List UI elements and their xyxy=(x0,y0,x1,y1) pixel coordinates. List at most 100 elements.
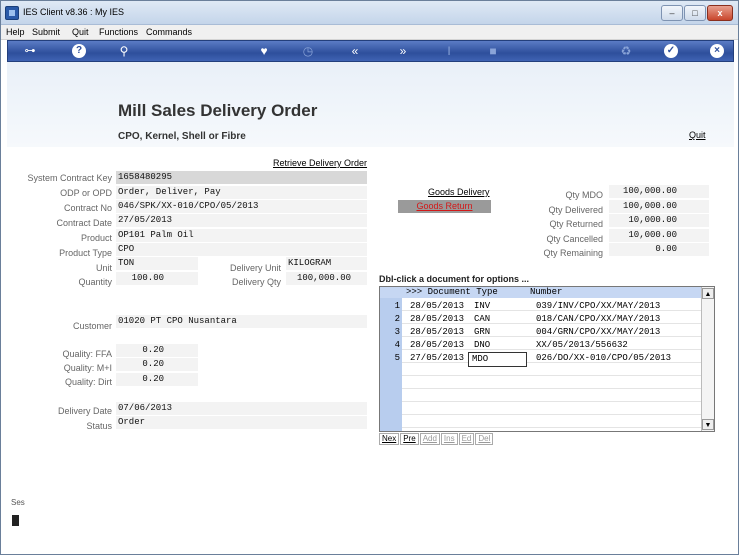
row-type: CAN xyxy=(474,314,491,324)
close-window-button[interactable]: x xyxy=(707,5,733,21)
recycle-icon[interactable]: ♻ xyxy=(618,43,634,59)
delete-button[interactable]: Del xyxy=(475,433,494,445)
add-button[interactable]: Add xyxy=(419,433,440,445)
insert-button[interactable]: Ins xyxy=(440,433,458,445)
menu-help[interactable]: Help xyxy=(6,27,25,37)
product-field[interactable]: OP101 Palm Oil xyxy=(116,229,367,242)
table-row[interactable]: 1 28/05/2013 INV 039/INV/CPO/XX/MAY/2013 xyxy=(395,300,701,313)
qty-remaining-field[interactable]: 0.00 xyxy=(609,243,709,256)
delivery-qty-field[interactable]: 100,000.00 xyxy=(286,272,367,285)
delivery-unit-field[interactable]: KILOGRAM xyxy=(286,257,367,270)
row-number-value: 018/CAN/CPO/XX/MAY/2013 xyxy=(536,314,661,324)
customer-label: Customer xyxy=(72,321,112,331)
maximize-button[interactable]: □ xyxy=(684,5,706,21)
documents-grid[interactable]: >>> Document Type Number 1 28/05/2013 IN… xyxy=(379,286,715,432)
row-number-value: 026/DO/XX-010/CPO/05/2013 xyxy=(536,353,672,363)
row-number-value: 039/INV/CPO/XX/MAY/2013 xyxy=(536,301,661,311)
documents-heading: Dbl-click a document for options ... xyxy=(379,274,530,284)
status-field[interactable]: Order xyxy=(116,416,367,429)
stop-icon[interactable]: ■ xyxy=(486,43,500,59)
product-type-field[interactable]: CPO xyxy=(116,243,367,256)
grid-scrollbar[interactable]: ▲ ▼ xyxy=(701,287,714,431)
goods-return-button[interactable]: Goods Return xyxy=(398,200,491,213)
quality-dirt-field[interactable]: 0.20 xyxy=(116,373,198,386)
row-type-selected[interactable]: MDO xyxy=(468,352,527,367)
menu-commands[interactable]: Commands xyxy=(146,27,192,37)
session-label: Ses xyxy=(11,498,25,507)
goods-delivery-link[interactable]: Goods Delivery xyxy=(428,187,490,197)
close-icon[interactable]: × xyxy=(710,44,724,58)
row-number-value: 004/GRN/CPO/XX/MAY/2013 xyxy=(536,327,661,337)
table-row[interactable]: 2 28/05/2013 CAN 018/CAN/CPO/XX/MAY/2013 xyxy=(395,313,701,326)
scroll-down-icon[interactable]: ▼ xyxy=(702,419,714,430)
contract-no-label: Contract No xyxy=(63,203,112,213)
qty-returned-field[interactable]: 10,000.00 xyxy=(609,214,709,227)
table-row[interactable]: 4 28/05/2013 DNO XX/05/2013/556632 xyxy=(395,339,701,352)
edit-button[interactable]: Ed xyxy=(458,433,475,445)
scroll-up-icon[interactable]: ▲ xyxy=(702,288,714,299)
quality-mi-field[interactable]: 0.20 xyxy=(116,358,198,371)
contract-no-field[interactable]: 046/SPK/XX-010/CPO/05/2013 xyxy=(116,200,367,213)
menu-functions[interactable]: Functions xyxy=(99,27,138,37)
help-icon[interactable]: ? xyxy=(72,44,86,58)
qty-cancelled-field[interactable]: 10,000.00 xyxy=(609,229,709,242)
row-date: 28/05/2013 xyxy=(410,314,465,324)
page-subtitle: CPO, Kernel, Shell or Fibre xyxy=(118,131,246,142)
customer-field[interactable]: 01020 PT CPO Nusantara xyxy=(116,315,367,328)
contract-date-label: Contract Date xyxy=(56,218,112,228)
column-header-number[interactable]: Number xyxy=(530,287,562,298)
app-window: IES Client v8.36 : My IES – □ x Help Sub… xyxy=(0,0,739,555)
window-title: IES Client v8.36 : My IES xyxy=(23,7,125,17)
row-date: 28/05/2013 xyxy=(410,301,465,311)
contract-date-field[interactable]: 27/05/2013 xyxy=(116,214,367,227)
menu-bar: Help Submit Quit Functions Commands xyxy=(1,25,738,40)
quantity-field[interactable]: 100.00 xyxy=(116,272,198,285)
grid-header: >>> Document Type Number xyxy=(380,287,701,298)
clock-icon[interactable]: ◷ xyxy=(300,43,316,59)
search-icon[interactable]: ⚲ xyxy=(116,43,132,59)
delivery-qty-label: Delivery Qty xyxy=(231,277,281,287)
qty-cancelled-label: Qty Cancelled xyxy=(546,234,603,244)
fast-forward-icon[interactable]: » xyxy=(394,43,412,59)
row-type: DNO xyxy=(474,340,491,350)
row-date: 27/05/2013 xyxy=(410,353,465,363)
quit-link[interactable]: Quit xyxy=(689,130,706,140)
table-row[interactable]: 3 28/05/2013 GRN 004/GRN/CPO/XX/MAY/2013 xyxy=(395,326,701,339)
qty-delivered-field[interactable]: 100,000.00 xyxy=(609,200,709,213)
rewind-icon[interactable]: « xyxy=(346,43,364,59)
previous-button[interactable]: Pre xyxy=(400,433,419,445)
retrieve-delivery-order-link[interactable]: Retrieve Delivery Order xyxy=(273,158,367,168)
unit-label: Unit xyxy=(95,263,112,273)
delivery-date-field[interactable]: 07/06/2013 xyxy=(116,402,367,415)
column-header-document-type[interactable]: >>> Document Type xyxy=(406,287,498,298)
quality-mi-label: Quality: M+I xyxy=(63,363,112,373)
delivery-date-label: Delivery Date xyxy=(57,406,112,416)
row-date: 28/05/2013 xyxy=(410,340,465,350)
status-label: Status xyxy=(86,421,112,431)
heart-icon[interactable]: ♥ xyxy=(256,43,272,59)
key-icon[interactable]: ⊶ xyxy=(18,43,42,59)
minimize-button[interactable]: – xyxy=(661,5,683,21)
header-band xyxy=(7,62,734,147)
table-row[interactable]: 5 27/05/2013 MDO 026/DO/XX-010/CPO/05/20… xyxy=(395,352,701,367)
check-icon[interactable]: ✓ xyxy=(664,44,678,58)
page-title: Mill Sales Delivery Order xyxy=(118,101,318,120)
grid-button-bar: Nex Pre Add Ins Ed Del xyxy=(379,433,494,445)
unit-field[interactable]: TON xyxy=(116,257,198,270)
qty-mdo-label: Qty MDO xyxy=(565,190,604,200)
row-type: GRN xyxy=(474,327,491,337)
qty-returned-label: Qty Returned xyxy=(549,219,603,229)
qty-mdo-field[interactable]: 100,000.00 xyxy=(609,185,709,198)
next-button[interactable]: Nex xyxy=(379,433,400,445)
system-contract-key-label: System Contract Key xyxy=(27,173,112,183)
menu-submit[interactable]: Submit xyxy=(32,27,60,37)
toolbar: ⊶ ? ⚲ ♥ ◷ « » I ■ ♻ ✓ × xyxy=(7,40,734,62)
system-contract-key-field[interactable]: 1658480295 xyxy=(116,171,367,184)
odp-field[interactable]: Order, Deliver, Pay xyxy=(116,186,367,199)
insert-cursor-icon[interactable]: I xyxy=(442,43,456,59)
menu-quit[interactable]: Quit xyxy=(72,27,89,37)
product-label: Product xyxy=(80,233,112,243)
quality-ffa-field[interactable]: 0.20 xyxy=(116,344,198,357)
qty-remaining-label: Qty Remaining xyxy=(543,248,603,258)
quantity-label: Quantity xyxy=(78,277,112,287)
